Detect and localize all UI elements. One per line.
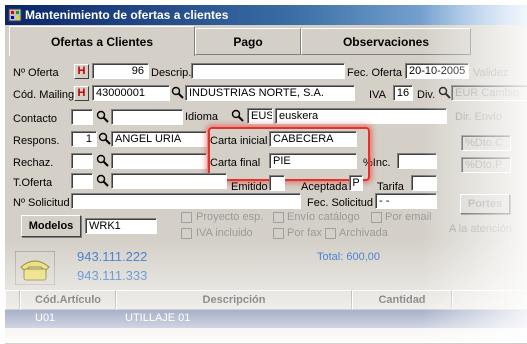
n-oferta-field[interactable]: 96 [92, 63, 149, 79]
modelo-field[interactable]: WRK1 [85, 218, 157, 234]
n-oferta-label: Nº Oferta [13, 67, 59, 79]
proyecto-esp-checkbox[interactable] [181, 212, 192, 223]
por-fax-label: Por fax [287, 227, 322, 239]
respons-name-field[interactable]: ANGEL URIA [111, 131, 207, 147]
cod-mailing-field[interactable]: 43000001 [92, 85, 170, 101]
iva-incluido-checkbox[interactable] [181, 228, 192, 239]
row-code: U01 [35, 312, 56, 324]
n-solicitud-field[interactable] [71, 193, 301, 209]
contacto-name-field[interactable] [111, 109, 183, 125]
telephone-icon[interactable] [15, 251, 55, 285]
envio-catalogo-checkbox[interactable] [273, 212, 284, 223]
window-title: Mantenimiento de ofertas a clientes [25, 8, 229, 22]
search-icon[interactable] [96, 174, 109, 187]
div-label: Div. [417, 89, 436, 101]
validez-label: Validez [473, 67, 509, 79]
cod-mailing-label: Cód. Mailing [13, 89, 75, 101]
por-email-checkbox[interactable] [371, 212, 382, 223]
table-row[interactable]: U01 UTILLAJE 01 [5, 310, 527, 328]
search-icon[interactable] [98, 132, 111, 145]
title-bar: Mantenimiento de ofertas a clientes [5, 5, 527, 25]
grid-col-cod-articulo[interactable]: Cód.Artículo [20, 290, 116, 310]
idioma-name-field[interactable]: euskera [275, 108, 447, 124]
respons-code-field[interactable]: 1 [71, 131, 97, 147]
tab-observaciones[interactable]: Observaciones [301, 28, 471, 55]
t-oferta-code-field[interactable] [71, 173, 93, 189]
descrip-label: Descrip. [151, 67, 192, 79]
dir-envio-label: Dir. Envio [455, 111, 503, 123]
search-icon[interactable] [438, 86, 451, 99]
descrip-field[interactable] [191, 63, 345, 79]
archivada-checkbox[interactable] [325, 228, 336, 239]
grid-col-extra[interactable] [452, 290, 527, 310]
aceptada-label: Aceptada [301, 181, 348, 193]
fec-solicitud-field[interactable]: - - [375, 193, 437, 209]
search-icon[interactable] [231, 109, 244, 122]
grid-corner [5, 290, 20, 310]
rechaz-name-field[interactable] [111, 153, 207, 169]
pct-dto-p-field[interactable]: %Dto.P [461, 157, 511, 173]
pct-inc-field[interactable] [397, 153, 437, 169]
tab-ofertas-clientes[interactable]: Ofertas a Clientes [9, 26, 195, 56]
tarifa-label: Tarifa [377, 181, 404, 193]
fec-oferta-field[interactable]: 20-10-2005 [405, 63, 469, 79]
t-oferta-name-field[interactable] [111, 173, 227, 189]
aceptada-field[interactable]: P [349, 175, 363, 191]
contacto-code-field[interactable] [71, 109, 93, 125]
n-solicitud-label: Nº Solicitud [13, 197, 70, 209]
attention-label: A la atención [449, 223, 512, 235]
tab-pago[interactable]: Pago [195, 28, 301, 55]
fec-oferta-label: Fec. Oferta [347, 67, 403, 79]
proyecto-esp-label: Proyecto esp. [196, 211, 264, 223]
n-oferta-h-button[interactable]: H [74, 64, 89, 79]
idioma-code-field[interactable]: EUS [247, 108, 273, 124]
emitido-label: Emitido [231, 181, 268, 193]
search-icon[interactable] [171, 86, 184, 99]
main-window: Mantenimiento de ofertas a clientes Ofer… [4, 4, 527, 344]
por-email-label: Por email [385, 211, 432, 223]
carta-highlight [208, 127, 370, 181]
emitido-field[interactable] [269, 175, 285, 191]
grid-col-descripcion[interactable]: Descripción [116, 290, 352, 310]
contacto-label: Contacto [13, 113, 58, 125]
por-fax-checkbox[interactable] [273, 228, 284, 239]
app-icon [8, 8, 22, 22]
phone-1: 943.111.222 [77, 249, 148, 264]
div-field[interactable]: EUR Cambio [451, 85, 527, 101]
archivada-label: Archivada [339, 227, 388, 239]
envio-catalogo-label: Envío catálogo [287, 211, 360, 223]
search-icon[interactable] [96, 154, 109, 167]
total-label: Total: 600,00 [317, 251, 380, 263]
rechaz-label: Rechaz. [13, 157, 54, 169]
row-desc: UTILLAJE 01 [125, 312, 191, 324]
idioma-label: Idioma [185, 111, 219, 123]
iva-field[interactable]: 16 [393, 85, 413, 101]
cliente-name-field[interactable]: INDUSTRIAS NORTE, S.A. [185, 85, 355, 101]
rechaz-code-field[interactable] [71, 153, 93, 169]
search-icon[interactable] [96, 110, 109, 123]
cod-mailing-h-button[interactable]: H [74, 86, 89, 101]
t-oferta-label: T.Oferta [13, 177, 53, 189]
tarifa-field[interactable] [411, 175, 437, 191]
modelos-button[interactable]: Modelos [21, 215, 81, 237]
fec-solicitud-label: Fec. Solicitud [307, 197, 374, 209]
pct-dto-c-field[interactable]: %Dto.C [461, 135, 511, 151]
portes-button[interactable]: Portes [460, 194, 510, 214]
respons-label: Respons. [13, 135, 60, 147]
grid-col-cantidad[interactable]: Cantidad [352, 290, 452, 310]
iva-label: IVA [369, 89, 386, 101]
iva-incluido-label: IVA incluido [196, 227, 253, 239]
phone-2: 943.111.333 [77, 268, 148, 283]
